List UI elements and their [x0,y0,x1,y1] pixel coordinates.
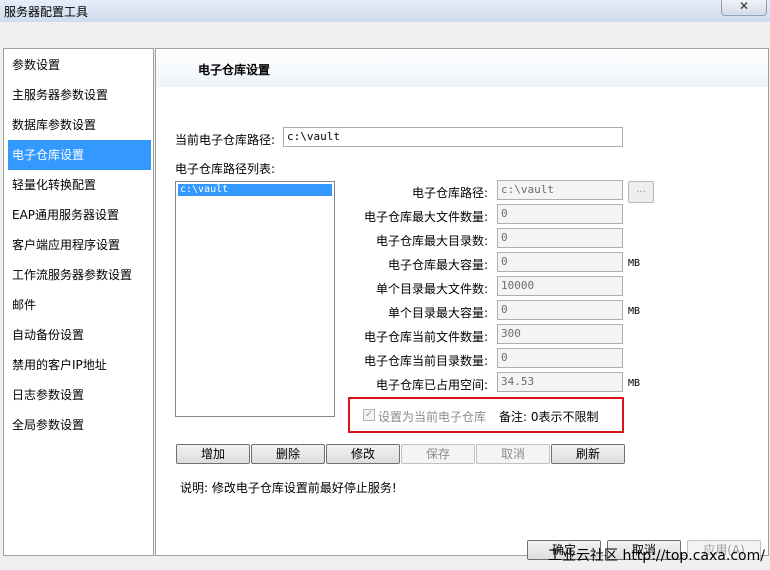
title-bar: 服务器配置工具 ✕ [0,0,770,22]
window-title: 服务器配置工具 [4,5,89,19]
current-path-label: 当前电子仓库路径: [175,133,276,147]
refresh-button[interactable]: 刷新 [551,444,625,464]
dir-max-capacity-unit: MB [628,306,641,317]
checkmark-icon: ✓ [364,409,374,420]
max-dirs-label: 电子仓库最大目录数: [375,234,488,248]
dir-max-capacity-field[interactable]: 0 [497,300,623,320]
current-dirs-label: 电子仓库当前目录数量: [363,354,488,368]
sidebar-item-blocked-ip[interactable]: 禁用的客户IP地址 [8,350,151,380]
settings-sidebar: 参数设置 主服务器参数设置 数据库参数设置 电子仓库设置 轻量化转换配置 EAP… [3,48,154,556]
dialog-frame: 参数设置 主服务器参数设置 数据库参数设置 电子仓库设置 轻量化转换配置 EAP… [0,22,770,570]
section-title: 电子仓库设置 [198,63,271,77]
current-dirs-field[interactable]: 0 [497,348,623,368]
path-list-label: 电子仓库路径列表: [175,162,276,176]
sidebar-item-lightweight[interactable]: 轻量化转换配置 [8,170,151,200]
vault-path-field[interactable]: c:\vault [497,180,623,200]
sidebar-item-database[interactable]: 数据库参数设置 [8,110,151,140]
sidebar-item-auto-backup[interactable]: 自动备份设置 [8,320,151,350]
sidebar-item-main-server[interactable]: 主服务器参数设置 [8,80,151,110]
used-space-unit: MB [628,378,641,389]
vault-path-list[interactable]: c:\vault [175,181,335,417]
set-current-vault-label: 设置为当前电子仓库 [378,410,487,424]
dir-max-files-label: 单个目录最大文件数: [375,282,488,296]
used-space-field[interactable]: 34.53 [497,372,623,392]
max-files-field[interactable]: 0 [497,204,623,224]
dir-max-files-field[interactable]: 10000 [497,276,623,296]
browse-button[interactable]: ... [628,181,654,203]
sidebar-item-client-app[interactable]: 客户端应用程序设置 [8,230,151,260]
current-files-label: 电子仓库当前文件数量: [363,330,488,344]
close-button[interactable]: ✕ [721,0,767,16]
vault-path-label: 电子仓库路径: [411,186,488,200]
sidebar-item-vault[interactable]: 电子仓库设置 [8,140,151,170]
current-files-field[interactable]: 300 [497,324,623,344]
panel-header: 电子仓库设置 [156,49,768,87]
sidebar-item-global[interactable]: 全局参数设置 [8,410,151,440]
list-item[interactable]: c:\vault [178,184,332,196]
max-files-label: 电子仓库最大文件数量: [363,210,488,224]
close-icon: ✕ [738,0,750,13]
settings-panel: 电子仓库设置 当前电子仓库路径: c:\vault 电子仓库路径列表: c:\v… [155,48,769,556]
watermark-text: 工业云社区 http://top.caxa.com/ [548,548,765,564]
max-dirs-field[interactable]: 0 [497,228,623,248]
delete-button[interactable]: 删除 [251,444,325,464]
sidebar-item-log[interactable]: 日志参数设置 [8,380,151,410]
dir-max-capacity-label: 单个目录最大容量: [387,306,488,320]
sidebar-item-eap-server[interactable]: EAP通用服务器设置 [8,200,151,230]
max-capacity-unit: MB [628,258,641,269]
add-button[interactable]: 增加 [176,444,250,464]
save-button[interactable]: 保存 [401,444,475,464]
sidebar-item-workflow-server[interactable]: 工作流服务器参数设置 [8,260,151,290]
set-current-vault-checkbox[interactable]: ✓ [363,409,375,421]
max-capacity-field[interactable]: 0 [497,252,623,272]
used-space-label: 电子仓库已占用空间: [375,378,488,392]
modify-button[interactable]: 修改 [326,444,400,464]
cancel-edit-button[interactable]: 取消 [476,444,550,464]
current-path-input[interactable]: c:\vault [283,127,623,147]
note-text: 备注: 0表示不限制 [499,410,599,424]
sidebar-item-general[interactable]: 参数设置 [8,50,151,80]
max-capacity-label: 电子仓库最大容量: [387,258,488,272]
instruction-text: 说明: 修改电子仓库设置前最好停止服务! [180,481,397,495]
sidebar-item-mail[interactable]: 邮件 [8,290,151,320]
